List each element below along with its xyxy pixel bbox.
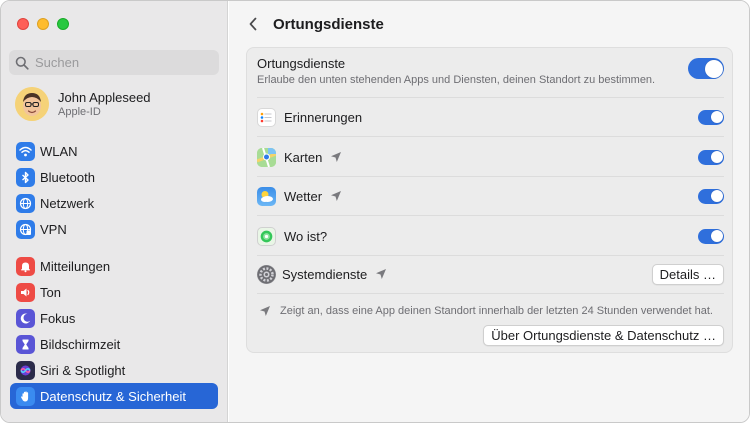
window-controls <box>17 18 69 30</box>
divider <box>257 293 724 294</box>
location-services-row: Ortungsdienste Erlaube den unten stehend… <box>257 56 724 94</box>
sidebar-item-mitteilungen[interactable]: Mitteilungen <box>10 253 218 279</box>
settings-window: John Appleseed Apple-ID WLAN Bluetooth <box>0 0 750 423</box>
search-field[interactable] <box>9 50 219 75</box>
divider <box>257 136 724 137</box>
system-services-row: Systemdienste Details … <box>257 263 724 285</box>
sidebar-item-label: Siri & Spotlight <box>40 362 126 378</box>
sidebar-item-bluetooth[interactable]: Bluetooth <box>10 164 218 190</box>
sidebar-item-label: Fokus <box>40 310 76 326</box>
app-row-wetter: Wetter <box>257 185 724 207</box>
sidebar-item-label: Ton <box>40 284 61 300</box>
about-row: Über Ortungsdienste & Datenschutz … <box>257 325 724 347</box>
back-button[interactable] <box>245 16 261 32</box>
location-services-panel: Ortungsdienste Erlaube den unten stehend… <box>246 47 733 353</box>
location-arrow-icon <box>260 306 270 316</box>
location-services-description: Erlaube den unten stehenden Apps und Die… <box>257 74 656 86</box>
divider <box>257 255 724 256</box>
sidebar-item-label: Datenschutz & Sicherheit <box>40 388 186 404</box>
user-subtitle: Apple-ID <box>58 105 101 118</box>
footnote-row: Zeigt an, dass eine App deinen Standort … <box>257 303 724 319</box>
app-label: Karten <box>284 149 323 165</box>
location-arrow-icon <box>331 191 342 201</box>
find-my-icon <box>257 226 276 246</box>
hourglass-icon <box>16 334 35 354</box>
sidebar-item-label: Netzwerk <box>40 195 95 211</box>
app-row-wo-ist: Wo ist? <box>257 225 724 247</box>
divider <box>257 215 724 216</box>
sidebar-item-ton[interactable]: Ton <box>10 279 218 305</box>
system-gear-icon <box>257 264 276 284</box>
about-location-privacy-button[interactable]: Über Ortungsdienste & Datenschutz … <box>483 325 724 346</box>
location-arrow-icon <box>376 269 387 279</box>
search-icon <box>15 56 29 70</box>
location-services-title: Ortungsdienste <box>257 56 346 71</box>
sidebar: John Appleseed Apple-ID WLAN Bluetooth <box>1 1 228 422</box>
sidebar-item-vpn[interactable]: VPN <box>10 216 218 242</box>
close-window-button[interactable] <box>17 18 29 30</box>
reminders-icon <box>257 107 276 127</box>
sidebar-group-network: WLAN Bluetooth Netzwerk VPN <box>10 138 218 242</box>
erinnerungen-toggle[interactable] <box>698 109 724 125</box>
chevron-left-icon <box>249 17 257 31</box>
sidebar-item-wlan[interactable]: WLAN <box>10 138 218 164</box>
page-title: Ortungsdienste <box>273 15 384 33</box>
apple-id-account[interactable]: John Appleseed Apple-ID <box>15 87 151 121</box>
location-services-toggle[interactable] <box>688 58 724 79</box>
search-input[interactable] <box>35 55 205 70</box>
maps-icon <box>257 147 276 167</box>
sidebar-item-label: Mitteilungen <box>40 258 111 274</box>
globe-icon <box>16 193 35 213</box>
location-arrow-icon <box>331 152 342 162</box>
avatar <box>15 87 49 121</box>
wo-ist-toggle[interactable] <box>698 228 724 244</box>
minimize-window-button[interactable] <box>37 18 49 30</box>
bell-icon <box>16 256 35 276</box>
moon-icon <box>16 308 35 328</box>
karten-toggle[interactable] <box>698 149 724 165</box>
divider <box>257 176 724 177</box>
hand-icon <box>16 386 35 406</box>
zoom-window-button[interactable] <box>57 18 69 30</box>
siri-icon <box>16 360 35 380</box>
system-services-details-button[interactable]: Details … <box>651 264 724 285</box>
app-label: Wo ist? <box>284 228 328 244</box>
sidebar-item-label: Bluetooth <box>40 169 95 185</box>
memoji-avatar-icon <box>15 87 49 121</box>
main-content: Ortungsdienste Ortungsdienste Erlaube de… <box>229 1 749 422</box>
vpn-globe-icon <box>16 219 35 239</box>
sidebar-item-label: Bildschirmzeit <box>40 336 121 352</box>
page-header: Ortungsdienste <box>229 1 749 47</box>
wifi-icon <box>16 141 35 161</box>
sidebar-item-label: VPN <box>40 221 67 237</box>
app-row-erinnerungen: Erinnerungen <box>257 106 724 128</box>
app-label: Wetter <box>284 188 323 204</box>
sidebar-item-label: WLAN <box>40 143 78 159</box>
sidebar-item-netzwerk[interactable]: Netzwerk <box>10 190 218 216</box>
wetter-toggle[interactable] <box>698 188 724 204</box>
bluetooth-icon <box>16 167 35 187</box>
footnote-text: Zeigt an, dass eine App deinen Standort … <box>280 305 713 317</box>
sidebar-item-siri-spotlight[interactable]: Siri & Spotlight <box>10 357 218 383</box>
sidebar-group-system: Mitteilungen Ton Fokus Bildschirmzeit Si… <box>10 253 218 409</box>
speaker-icon <box>16 282 35 302</box>
app-label: Erinnerungen <box>284 109 363 125</box>
sidebar-item-fokus[interactable]: Fokus <box>10 305 218 331</box>
sidebar-item-datenschutz-sicherheit[interactable]: Datenschutz & Sicherheit <box>10 383 218 409</box>
weather-icon <box>257 186 276 206</box>
system-services-label: Systemdienste <box>282 266 368 282</box>
divider <box>257 97 724 98</box>
sidebar-item-bildschirmzeit[interactable]: Bildschirmzeit <box>10 331 218 357</box>
app-row-karten: Karten <box>257 146 724 168</box>
user-name: John Appleseed <box>58 89 151 105</box>
